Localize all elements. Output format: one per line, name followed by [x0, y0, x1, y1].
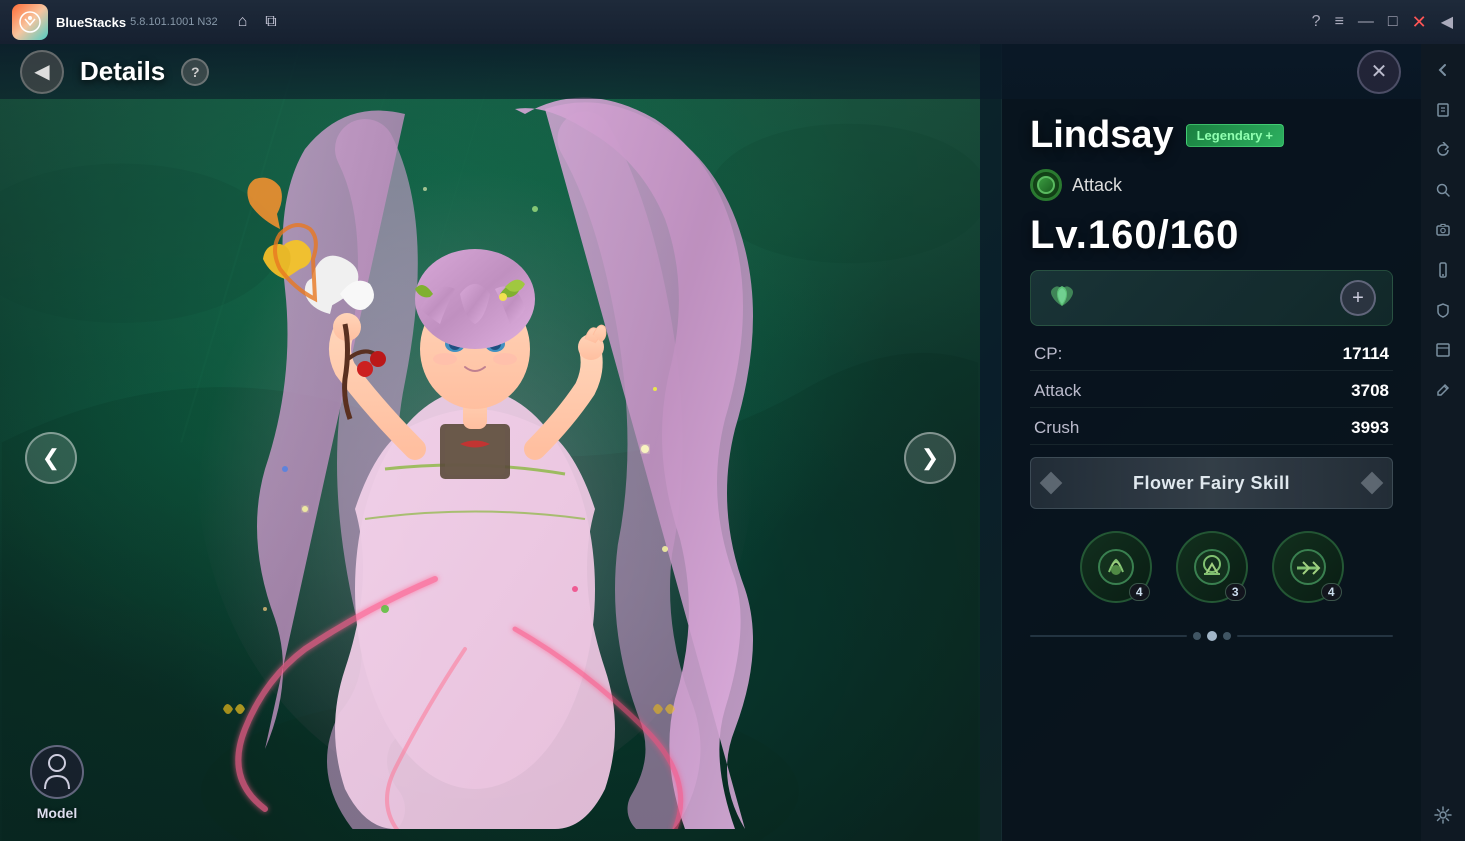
diamond-left-icon	[1040, 472, 1063, 495]
sidebar-settings-button[interactable]	[1425, 797, 1461, 833]
multi-instance-icon[interactable]: ⧉	[265, 13, 276, 31]
maximize-icon[interactable]: □	[1388, 13, 1398, 31]
close-x-icon: ✕	[1371, 59, 1388, 84]
crush-value: 3993	[1351, 418, 1389, 438]
sidebar-mobile-button[interactable]	[1425, 252, 1461, 288]
scene-background	[0, 44, 980, 841]
prev-character-button[interactable]: ❮	[25, 432, 77, 484]
title-bar: BlueStacks 5.8.101.1001 N32 ⌂ ⧉ ? ≡ — □ …	[0, 0, 1465, 44]
skill-2-badge: 3	[1225, 583, 1246, 601]
scroll-line-right	[1237, 635, 1394, 637]
sidebar-window-button[interactable]	[1425, 332, 1461, 368]
minimize-icon[interactable]: —	[1358, 13, 1374, 31]
sidebar-refresh-button[interactable]	[1425, 132, 1461, 168]
model-label: Model	[37, 805, 77, 821]
rarity-badge: Legendary +	[1186, 124, 1284, 147]
rarity-plus: +	[1265, 128, 1273, 143]
help-button[interactable]: ?	[181, 58, 209, 86]
rarity-label: Legendary	[1197, 128, 1263, 143]
home-icon[interactable]: ⌂	[238, 13, 248, 31]
sidebar-screenshot-button[interactable]	[1425, 212, 1461, 248]
skill-icons-row: 4 3	[1030, 521, 1393, 613]
main-content: ◀ Details ? ✕ ❮ ❯ Model Lindsay	[0, 44, 1421, 841]
fairy-skill-label: Flower Fairy Skill	[1133, 473, 1290, 494]
window-controls: ? ≡ — □ ✕ ◀	[1312, 12, 1453, 33]
sidebar-edit-button[interactable]	[1425, 372, 1461, 408]
skill-1-badge: 4	[1129, 583, 1150, 601]
crush-stat-row: Crush 3993	[1030, 412, 1393, 445]
help-icon[interactable]: ?	[1312, 13, 1321, 31]
model-icon	[30, 745, 84, 799]
attack-type-icon	[1030, 169, 1062, 201]
window-close-icon[interactable]: ✕	[1412, 12, 1427, 33]
level-text: Lv.160/160	[1030, 213, 1239, 257]
character-name: Lindsay	[1030, 114, 1174, 157]
skill-equip-bar[interactable]: +	[1030, 270, 1393, 326]
sidebar-rpk-button[interactable]	[1425, 292, 1461, 328]
skill-3-wrapper: 4	[1272, 531, 1344, 603]
titlebar-icon-group: ⌂ ⧉	[238, 13, 277, 31]
skill-2-wrapper: 3	[1176, 531, 1248, 603]
skill-3-badge: 4	[1321, 583, 1342, 601]
cp-stat-row: CP: 17114	[1030, 338, 1393, 371]
add-skill-button[interactable]: +	[1340, 280, 1376, 316]
attack-value: 3708	[1351, 381, 1389, 401]
back-button[interactable]: ◀	[20, 50, 64, 94]
page-title: Details	[80, 56, 165, 87]
scroll-dot-2	[1207, 631, 1217, 641]
lotus-icon	[1047, 282, 1077, 315]
crush-label: Crush	[1034, 418, 1351, 438]
level-display: Lv.160/160	[1030, 213, 1393, 258]
fairy-skill-bar[interactable]: Flower Fairy Skill	[1030, 457, 1393, 509]
character-illustration-container	[50, 44, 900, 834]
character-svg	[85, 44, 865, 829]
left-chevron-icon: ❮	[42, 445, 60, 471]
scroll-dot-1	[1193, 632, 1201, 640]
right-panel: Lindsay Legendary + Attack Lv.160/160	[1001, 44, 1421, 841]
question-mark-icon: ?	[191, 64, 200, 80]
cp-value: 17114	[1343, 344, 1389, 364]
model-button[interactable]: Model	[30, 745, 84, 821]
hamburger-icon[interactable]: ≡	[1335, 13, 1344, 31]
game-header: ◀ Details ? ✕	[0, 44, 1421, 99]
right-chevron-icon: ❯	[921, 445, 939, 471]
next-character-button[interactable]: ❯	[904, 432, 956, 484]
scroll-indicator	[1030, 625, 1393, 647]
diamond-right-icon	[1361, 472, 1384, 495]
scroll-dot-3	[1223, 632, 1231, 640]
stats-table: CP: 17114 Attack 3708 Crush 3993	[1030, 338, 1393, 445]
character-name-row: Lindsay Legendary +	[1030, 114, 1393, 157]
scroll-line-left	[1030, 635, 1187, 637]
app-name: BlueStacks	[56, 15, 126, 30]
app-version: 5.8.101.1001 N32	[130, 16, 217, 28]
plus-icon: +	[1352, 287, 1364, 310]
app-logo	[12, 4, 48, 40]
sidebar-notes-button[interactable]	[1425, 92, 1461, 128]
attack-type-row: Attack	[1030, 169, 1393, 201]
collapse-icon[interactable]: ◀	[1441, 12, 1453, 32]
attack-stat-row: Attack 3708	[1030, 375, 1393, 408]
sidebar-back-button[interactable]	[1425, 52, 1461, 88]
cp-label: CP:	[1034, 344, 1343, 364]
attack-type-label: Attack	[1072, 175, 1122, 196]
skill-1-wrapper: 4	[1080, 531, 1152, 603]
close-button[interactable]: ✕	[1357, 50, 1401, 94]
attack-label: Attack	[1034, 381, 1351, 401]
sidebar-search-button[interactable]	[1425, 172, 1461, 208]
attack-icon-inner	[1037, 176, 1055, 194]
right-sidebar	[1421, 44, 1465, 841]
back-arrow-icon: ◀	[34, 59, 49, 84]
